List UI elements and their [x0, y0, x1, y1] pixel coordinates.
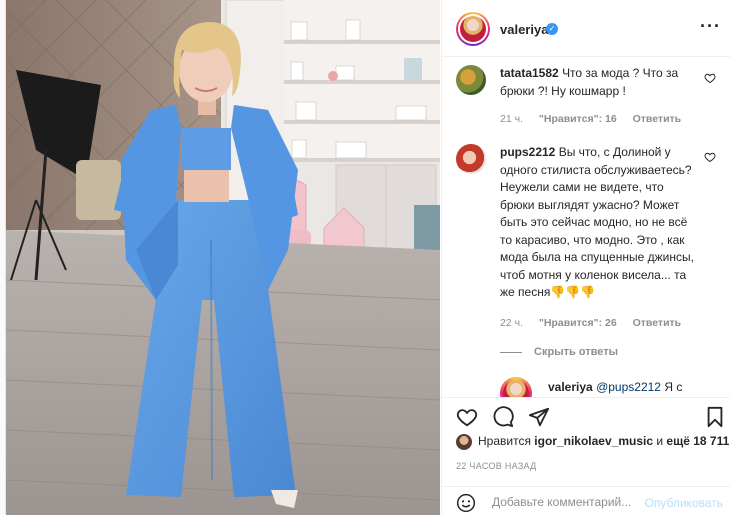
reply-author-avatar[interactable] [500, 377, 532, 397]
add-comment-bar: Опубликовать [442, 486, 730, 515]
comment-time: 22 ч. [500, 317, 523, 329]
reply-mention-link[interactable]: @pups2212 [596, 380, 661, 394]
divider-line [500, 351, 522, 353]
hide-replies-label: Скрыть ответы [534, 346, 618, 358]
liked-by-and: и [656, 434, 664, 449]
liked-by-user-link[interactable]: igor_nikolaev_music [534, 434, 653, 448]
author-avatar[interactable] [456, 12, 490, 46]
reply-button[interactable]: Ответить [633, 317, 682, 329]
liked-by-row: Нравится igor_nikolaev_music и ещё 18 71… [456, 434, 729, 452]
comment-time: 21 ч. [500, 113, 523, 125]
post-timestamp[interactable]: 22 ЧАСОВ НАЗАД [456, 461, 537, 471]
share-send-icon[interactable] [528, 406, 550, 428]
comment-meta: 22 ч. "Нравится": 26 Ответить [500, 317, 694, 329]
comments-list[interactable]: tatata1582 Что за мода ? Что за брюки ?!… [442, 57, 730, 397]
author-username[interactable]: valeriya [500, 22, 548, 37]
more-options-icon[interactable]: ··· [700, 16, 721, 37]
hide-replies-button[interactable]: Скрыть ответы [500, 346, 618, 358]
likes-count-link[interactable]: ещё 18 711 [666, 434, 729, 448]
reply-item: valeriya @pups2212 Я с [500, 375, 720, 397]
save-bookmark-icon[interactable] [704, 406, 726, 428]
comment-text: tatata1582 Что за мода ? Что за брюки ?!… [500, 65, 700, 100]
post-side-panel: valeriya ✓ ··· tatata1582 Что за мода ? … [441, 0, 730, 515]
post-header: valeriya ✓ ··· [442, 0, 730, 57]
liked-by-prefix: Нравится [478, 434, 531, 449]
post-image-illustration [6, 0, 440, 515]
comment-bubble-icon[interactable] [492, 406, 514, 428]
like-heart-icon[interactable] [456, 406, 478, 428]
commenter-username[interactable]: pups2212 [500, 145, 555, 159]
reply-text: valeriya @pups2212 Я с [548, 380, 682, 394]
reply-button[interactable]: Ответить [633, 113, 682, 125]
comment-meta: 21 ч. "Нравится": 16 Ответить [500, 113, 694, 125]
emoji-smiley-icon[interactable] [456, 493, 476, 513]
comment-body: Вы что, с Долиной у одного стилиста обсл… [500, 145, 694, 299]
commenter-avatar[interactable] [456, 65, 486, 95]
publish-button[interactable]: Опубликовать [645, 496, 723, 510]
comment-text: pups2212 Вы что, с Долиной у одного стил… [500, 144, 700, 302]
like-comment-heart-icon[interactable] [704, 151, 716, 163]
commenter-avatar[interactable] [456, 144, 486, 174]
comment-likes[interactable]: "Нравится": 26 [539, 317, 617, 329]
post-photo[interactable] [6, 0, 440, 515]
comment-input[interactable] [492, 491, 642, 513]
post-actions: Нравится igor_nikolaev_music и ещё 18 71… [442, 397, 730, 515]
comment-likes[interactable]: "Нравится": 16 [539, 113, 617, 125]
commenter-username[interactable]: tatata1582 [500, 66, 559, 80]
like-comment-heart-icon[interactable] [704, 72, 716, 84]
reply-username[interactable]: valeriya [548, 380, 593, 394]
verified-badge-icon: ✓ [546, 23, 558, 35]
liker-avatar[interactable] [456, 434, 472, 450]
reply-body: Я с [664, 380, 683, 394]
